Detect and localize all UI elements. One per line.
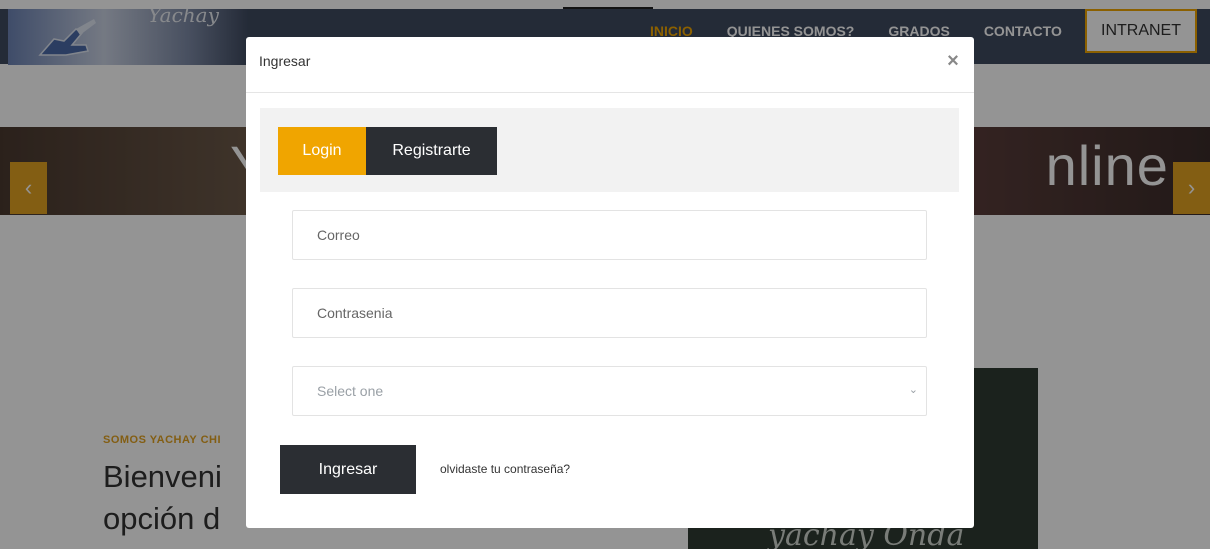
email-field[interactable] [293, 211, 926, 259]
login-modal: Ingresar × Login Registrarte Select one … [246, 37, 974, 528]
auth-tab-bar: Login Registrarte [260, 108, 959, 192]
forgot-password-link[interactable]: olvidaste tu contraseña? [440, 462, 570, 476]
login-submit-button[interactable]: Ingresar [280, 445, 416, 494]
password-field-wrapper [292, 288, 927, 338]
modal-title: Ingresar [259, 53, 311, 69]
tab-login[interactable]: Login [278, 127, 366, 175]
role-select[interactable]: Select one [293, 367, 926, 415]
role-select-wrapper: Select one ⌄ [292, 366, 927, 416]
close-icon[interactable]: × [943, 51, 963, 71]
password-field[interactable] [293, 289, 926, 337]
modal-header: Ingresar × [246, 37, 974, 93]
tab-register[interactable]: Registrarte [366, 127, 497, 175]
email-field-wrapper [292, 210, 927, 260]
